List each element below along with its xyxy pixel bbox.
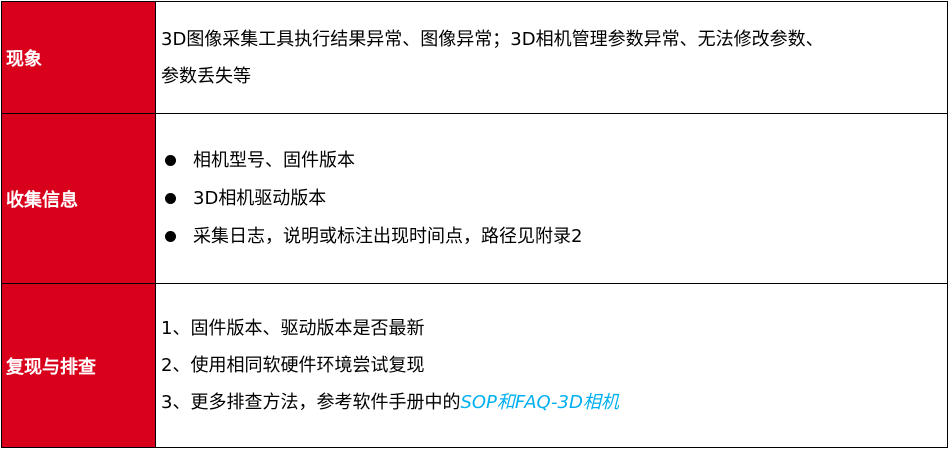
list-item: 相机型号、固件版本 [161,142,943,180]
row-reproduce: 复现与排查 1、固件版本、驱动版本是否最新 2、使用相同软硬件环境尝试复现 3、… [1,283,948,448]
bullet-icon [165,155,176,166]
reproduce-step: 1、固件版本、驱动版本是否最新 [161,318,425,339]
list-item-text: 相机型号、固件版本 [193,150,355,171]
troubleshooting-table: 现象 3D图像采集工具执行结果异常、图像异常；3D相机管理参数异常、无法修改参数… [1,1,948,448]
sop-faq-link[interactable]: SOP和FAQ-3D相机 [460,392,618,413]
list-item-text: 采集日志，说明或标注出现时间点，路径见附录2 [193,226,583,247]
reproduce-step-3: 3、更多排查方法，参考软件手册中的SOP和FAQ-3D相机 [161,384,943,421]
reproduce-step-3-text: 3、更多排查方法，参考软件手册中的 [161,392,461,413]
list-item-text: 3D相机驱动版本 [193,188,327,209]
row-label-collect-info: 收集信息 [1,113,156,284]
row-label-symptom: 现象 [1,1,156,114]
symptom-text-line2: 参数丢失等 [161,65,251,87]
troubleshooting-sheet: 现象 3D图像采集工具执行结果异常、图像异常；3D相机管理参数异常、无法修改参数… [0,0,949,450]
collect-info-cell: 相机型号、固件版本 3D相机驱动版本 采集日志，说明或标注出现时间点，路径见附录… [155,113,948,284]
list-item: 采集日志，说明或标注出现时间点，路径见附录2 [161,218,943,256]
symptom-text-line1: 3D图像采集工具执行结果异常、图像异常；3D相机管理参数异常、无法修改参数、 [161,28,824,50]
reproduce-step: 2、使用相同软硬件环境尝试复现 [161,355,425,376]
row-collect-info: 收集信息 相机型号、固件版本 3D相机驱动版本 采集日志，说明或标注出现时间点，… [1,113,948,284]
reproduce-cell: 1、固件版本、驱动版本是否最新 2、使用相同软硬件环境尝试复现 3、更多排查方法… [155,283,948,448]
bullet-icon [165,231,176,242]
row-label-reproduce: 复现与排查 [1,283,156,448]
symptom-cell: 3D图像采集工具执行结果异常、图像异常；3D相机管理参数异常、无法修改参数、 参… [155,1,948,114]
bullet-icon [165,193,176,204]
list-item: 3D相机驱动版本 [161,180,943,218]
row-symptom: 现象 3D图像采集工具执行结果异常、图像异常；3D相机管理参数异常、无法修改参数… [1,1,948,114]
